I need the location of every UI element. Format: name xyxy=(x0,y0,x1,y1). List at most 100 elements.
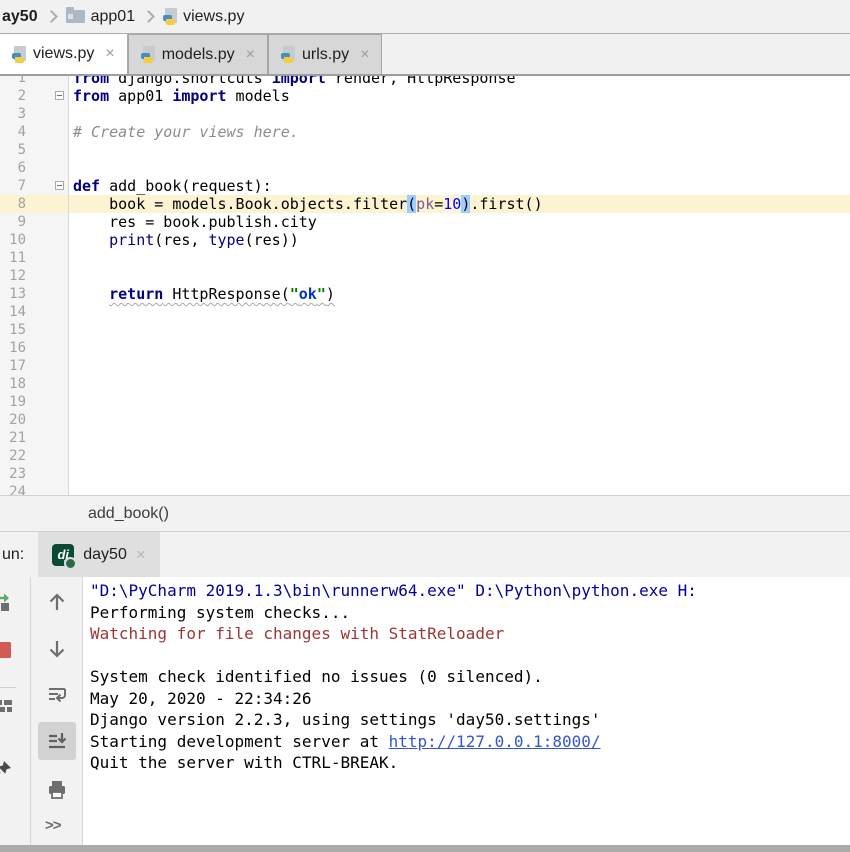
chevron-right-icon xyxy=(142,10,155,23)
code-text: return HttpResponse("ok") xyxy=(69,285,850,303)
code-text xyxy=(69,429,850,447)
gutter xyxy=(26,123,69,141)
console-text: May 20, 2020 - 22:34:26 xyxy=(90,689,312,708)
console-line: May 20, 2020 - 22:34:26 xyxy=(90,688,850,710)
code-line[interactable]: 21 xyxy=(0,429,850,447)
code-line[interactable]: 9 res = book.publish.city xyxy=(0,213,850,231)
line-number: 3 xyxy=(0,105,26,123)
code-line[interactable]: 4# Create your views here. xyxy=(0,123,850,141)
console-text: Watching for file changes with StatReloa… xyxy=(90,624,504,643)
fold-icon[interactable] xyxy=(55,91,64,100)
tab-views-py[interactable]: views.py × xyxy=(0,34,128,74)
code-line[interactable]: 19 xyxy=(0,393,850,411)
code-line[interactable]: 6 xyxy=(0,159,850,177)
console-text: Starting development server at xyxy=(90,732,389,751)
code-text: from django.shortcuts import render, Htt… xyxy=(69,76,850,87)
python-file-icon xyxy=(163,8,177,25)
line-number: 11 xyxy=(0,249,26,267)
gutter xyxy=(26,213,69,231)
print-icon[interactable] xyxy=(46,778,68,800)
code-text: print(res, type(res)) xyxy=(69,231,850,249)
gutter xyxy=(26,465,69,483)
line-number: 17 xyxy=(0,357,26,375)
server-url-link[interactable]: http://127.0.0.1:8000/ xyxy=(389,732,601,751)
close-icon[interactable]: × xyxy=(105,45,114,63)
code-line[interactable]: 5 xyxy=(0,141,850,159)
gutter xyxy=(26,231,69,249)
rerun-icon[interactable] xyxy=(0,591,14,613)
line-number: 7 xyxy=(0,177,26,195)
code-line[interactable]: 17 xyxy=(0,357,850,375)
running-status-dot-icon xyxy=(64,557,77,570)
toolbar-divider xyxy=(0,687,16,688)
up-arrow-icon[interactable] xyxy=(46,591,68,613)
folder-icon xyxy=(66,10,85,23)
code-text xyxy=(69,357,850,375)
pin-icon[interactable] xyxy=(0,758,14,780)
tab-label: views.py xyxy=(33,45,94,63)
console-line: Watching for file changes with StatReloa… xyxy=(90,623,850,645)
code-line[interactable]: 3 xyxy=(0,105,850,123)
code-line[interactable]: 1from django.shortcuts import render, Ht… xyxy=(0,76,850,87)
gutter xyxy=(26,339,69,357)
console-output[interactable]: "D:\PyCharm 2019.1.3\bin\runnerw64.exe" … xyxy=(83,577,850,845)
run-tab-day50[interactable]: dj day50 × xyxy=(38,532,160,578)
run-toolwindow-body: >> "D:\PyCharm 2019.1.3\bin\runnerw64.ex… xyxy=(0,577,850,845)
stop-icon[interactable] xyxy=(0,639,14,661)
run-toolwindow-header: un: dj day50 × xyxy=(0,531,850,577)
line-number: 10 xyxy=(0,231,26,249)
console-line xyxy=(90,645,850,667)
code-line[interactable]: 10 print(res, type(res)) xyxy=(0,231,850,249)
code-text: res = book.publish.city xyxy=(69,213,850,231)
console-line: "D:\PyCharm 2019.1.3\bin\runnerw64.exe" … xyxy=(90,580,850,602)
console-line: System check identified no issues (0 sil… xyxy=(90,666,850,688)
restore-layout-icon[interactable] xyxy=(0,695,14,717)
code-line[interactable]: 23 xyxy=(0,465,850,483)
fold-icon[interactable] xyxy=(55,181,64,190)
gutter xyxy=(26,447,69,465)
code-line[interactable]: 18 xyxy=(0,375,850,393)
close-icon[interactable]: × xyxy=(136,545,146,565)
current-function-label[interactable]: add_book() xyxy=(88,505,169,523)
scroll-to-end-icon[interactable] xyxy=(46,730,68,752)
down-arrow-icon[interactable] xyxy=(46,638,68,660)
code-line[interactable]: 24 xyxy=(0,483,850,495)
code-line[interactable]: 20 xyxy=(0,411,850,429)
gutter xyxy=(26,285,69,303)
tab-models-py[interactable]: models.py × xyxy=(128,34,268,74)
gutter xyxy=(26,159,69,177)
code-line[interactable]: 15 xyxy=(0,321,850,339)
line-number: 12 xyxy=(0,267,26,285)
code-text xyxy=(69,465,850,483)
code-line[interactable]: 7def add_book(request): xyxy=(0,177,850,195)
breadcrumb-file[interactable]: views.py xyxy=(163,8,244,26)
gutter xyxy=(26,357,69,375)
code-text xyxy=(69,159,850,177)
close-icon[interactable]: × xyxy=(360,46,369,64)
code-line[interactable]: 2from app01 import models xyxy=(0,87,850,105)
code-line[interactable]: 14 xyxy=(0,303,850,321)
code-text xyxy=(69,303,850,321)
code-line[interactable]: 13 return HttpResponse("ok") xyxy=(0,285,850,303)
code-line[interactable]: 8 book = models.Book.objects.filter(pk=1… xyxy=(0,195,850,213)
code-line[interactable]: 12 xyxy=(0,267,850,285)
breadcrumb-project[interactable]: ay50 xyxy=(2,8,38,26)
code-line[interactable]: 22 xyxy=(0,447,850,465)
close-icon[interactable]: × xyxy=(246,46,255,64)
code-text xyxy=(69,447,850,465)
python-file-icon xyxy=(281,46,295,63)
soft-wrap-icon[interactable] xyxy=(46,683,68,705)
code-editor[interactable]: 1from django.shortcuts import render, Ht… xyxy=(0,76,850,495)
more-icon[interactable]: >> xyxy=(45,817,61,834)
code-line[interactable]: 16 xyxy=(0,339,850,357)
gutter xyxy=(26,267,69,285)
code-text: from app01 import models xyxy=(69,87,850,105)
gutter xyxy=(26,177,69,195)
code-text xyxy=(69,105,850,123)
console-text: Performing system checks... xyxy=(90,603,350,622)
code-text xyxy=(69,321,850,339)
tab-urls-py[interactable]: urls.py × xyxy=(268,34,382,74)
gutter xyxy=(26,375,69,393)
code-line[interactable]: 11 xyxy=(0,249,850,267)
breadcrumb-package[interactable]: app01 xyxy=(66,8,136,26)
